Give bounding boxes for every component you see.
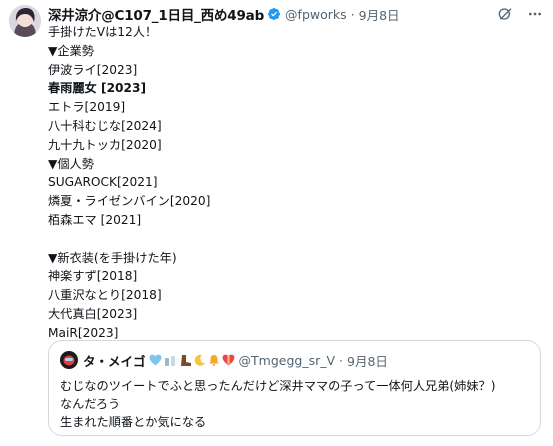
post-body-line: ▼企業勢 [48,43,94,58]
post-body-line: 燐夏・ライゼンバイン[2020] [48,194,211,209]
post-body-line: 手掛けたVは12人！ [48,25,158,39]
quoted-author-handle[interactable]: @Tmgegg_sr_V [239,353,336,368]
quoted-post-header: タ・メイゴ @Tmgegg_sr_V · 9月8日 [60,351,388,369]
quoted-author-name[interactable]: タ・メイゴ [83,351,146,370]
boot-icon [180,354,191,366]
crescent-moon-icon [194,354,205,366]
quoted-separator-dot: · [339,352,344,368]
quoted-post-body-line: なんだろう [60,397,121,411]
quoted-author-avatar[interactable] [60,351,78,369]
bottles-icon [164,355,175,366]
header-actions [495,4,545,24]
post-date[interactable]: 9月8日 [359,5,400,24]
post-body-line: 八重沢なとり[2018] [48,288,162,303]
quoted-post-body-line: むじなのツイートでふと思ったんだけど深井ママの子って一体何人兄弟(姉妹？) [60,379,496,393]
post-body-line: 神楽すず[2018] [48,269,138,284]
quoted-post-date[interactable]: 9月8日 [347,351,388,370]
quoted-post-body-line: 生まれた順番とか気になる [60,415,207,429]
post-body-line: 伊波ライ[2023] [48,62,138,77]
more-icon[interactable] [525,4,545,24]
post-body-line: 九十九トッカ[2020] [48,137,162,152]
quoted-post-body: むじなのツイートでふと思ったんだけど深井ママの子って一体何人兄弟(姉妹？) なんだ… [60,377,495,431]
bell-icon [208,355,219,366]
post-body-line: ▼個人勢 [48,156,94,171]
post-body-line: SUGAROCK[2021] [48,175,158,190]
grok-icon[interactable] [495,4,515,24]
post-body-line: 大代真白[2023] [48,306,138,321]
post-body-line: 栢森エマ [2021] [48,212,142,227]
blue-heart-icon [149,354,161,366]
post-author-avatar[interactable] [9,5,41,37]
post-body-line: 八十科むじな[2024] [48,118,162,133]
author-name[interactable]: 深井涼介@C107_1日目_西め49ab [48,4,264,24]
post-body-line: エトラ[2019] [48,100,126,115]
post-header: 深井涼介@C107_1日目_西め49ab @fpworks · 9月8日 [48,4,400,25]
post-body-line [48,230,210,249]
post-body: 手掛けたVは12人！ ▼企業勢伊波ライ[2023] 春雨麗女 [2023] エトラ[2… [48,23,210,343]
post-body-line: ▼新衣装(を手掛けた年) [48,250,177,265]
heart-with-ribbon-icon [222,354,234,366]
separator-dot: · [350,6,355,22]
post-body-line: 春雨麗女 [2023] [48,81,147,96]
verified-badge-icon [267,7,281,21]
quoted-author-name-emojis [149,354,235,367]
quoted-post[interactable]: タ・メイゴ @Tmgegg_sr_V · 9月8日 むじなのツイートでふと思った… [48,340,541,436]
author-handle[interactable]: @fpworks [285,7,347,22]
